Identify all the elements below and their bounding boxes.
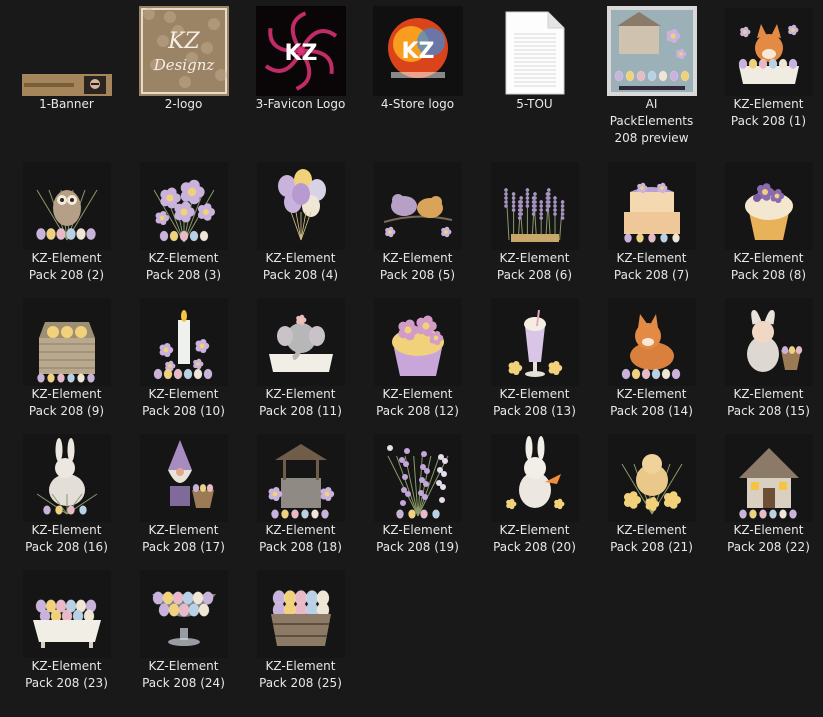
file-item[interactable]: KZ-Element Pack 208 (12): [359, 290, 476, 422]
file-thumbnail: [724, 432, 814, 522]
file-thumbnail: [256, 432, 346, 522]
file-thumbnail: [490, 432, 580, 522]
file-item[interactable]: KZ Designz 2-logo: [125, 0, 242, 132]
file-name: KZ-Element Pack 208 (2): [28, 251, 105, 282]
file-thumbnail: [606, 6, 697, 96]
file-name: KZ-Element Pack 208 (5): [379, 251, 456, 282]
file-name: 2-logo: [164, 97, 203, 111]
file-item[interactable]: KZ-Element Pack 208 (16): [8, 426, 125, 558]
file-item[interactable]: KZ-Element Pack 208 (9): [8, 290, 125, 422]
file-item[interactable]: KZ-Element Pack 208 (20): [476, 426, 593, 558]
file-item[interactable]: KZ-Element Pack 208 (23): [8, 562, 125, 694]
file-item[interactable]: KZ-Element Pack 208 (22): [710, 426, 823, 558]
file-name: KZ-Element Pack 208 (20): [493, 523, 576, 554]
file-item[interactable]: KZ-Element Pack 208 (15): [710, 290, 823, 422]
file-thumbnail: KZ: [372, 6, 463, 96]
file-thumbnail: [22, 568, 112, 658]
file-name: KZ-Element Pack 208 (16): [25, 523, 108, 554]
file-thumbnail: [607, 296, 697, 386]
file-item[interactable]: KZ-Element Pack 208 (11): [242, 290, 359, 422]
file-name: AI PackElements 208 preview: [609, 97, 694, 145]
file-name: KZ-Element Pack 208 (25): [259, 659, 342, 690]
file-thumbnail: [139, 296, 229, 386]
file-thumbnail: [373, 432, 463, 522]
file-name: KZ-Element Pack 208 (7): [613, 251, 690, 282]
file-name: KZ-Element Pack 208 (18): [259, 523, 342, 554]
file-thumbnail: KZ Designz: [138, 6, 229, 96]
file-item[interactable]: KZ-Element Pack 208 (13): [476, 290, 593, 422]
svg-text:KZ: KZ: [401, 39, 434, 64]
file-thumbnail: [22, 432, 112, 522]
file-item[interactable]: KZ-Element Pack 208 (1): [710, 0, 823, 132]
svg-text:Designz: Designz: [152, 56, 214, 74]
file-name: KZ-Element Pack 208 (24): [142, 659, 225, 690]
file-name: KZ-Element Pack 208 (10): [142, 387, 225, 418]
file-item[interactable]: KZ-Element Pack 208 (18): [242, 426, 359, 558]
file-name: 3-Favicon Logo: [255, 97, 346, 111]
file-thumbnail: [607, 160, 697, 250]
file-name: KZ-Element Pack 208 (17): [142, 523, 225, 554]
file-thumbnail: [607, 432, 697, 522]
file-name: KZ-Element Pack 208 (19): [376, 523, 459, 554]
file-thumbnail: [139, 432, 229, 522]
document-icon: [490, 6, 580, 96]
file-thumbnail: KZ: [255, 6, 346, 96]
file-item[interactable]: KZ-Element Pack 208 (10): [125, 290, 242, 422]
file-item[interactable]: KZ-Element Pack 208 (25): [242, 562, 359, 694]
file-item[interactable]: KZ-Element Pack 208 (24): [125, 562, 242, 694]
file-item[interactable]: KZ 3-Favicon Logo: [242, 0, 359, 132]
file-thumbnail: [490, 160, 580, 250]
file-thumbnail: [139, 568, 229, 658]
file-thumbnail: [139, 160, 229, 250]
file-name: KZ-Element Pack 208 (15): [727, 387, 810, 418]
svg-text:KZ: KZ: [284, 41, 317, 66]
file-item[interactable]: KZ-Element Pack 208 (2): [8, 154, 125, 286]
file-item[interactable]: 5-TOU: [476, 0, 593, 132]
file-name: 1-Banner: [39, 97, 94, 111]
file-name: KZ-Element Pack 208 (22): [727, 523, 810, 554]
file-name: KZ-Element Pack 208 (8): [730, 251, 807, 282]
svg-text:KZ: KZ: [167, 29, 200, 54]
file-thumbnail: [373, 296, 463, 386]
file-item[interactable]: KZ-Element Pack 208 (4): [242, 154, 359, 286]
file-thumbnail: [256, 160, 346, 250]
file-item[interactable]: KZ 4-Store logo: [359, 0, 476, 132]
file-thumbnail: [256, 296, 346, 386]
file-item[interactable]: KZ-Element Pack 208 (5): [359, 154, 476, 286]
file-name: KZ-Element Pack 208 (21): [610, 523, 693, 554]
file-thumbnail: [373, 160, 463, 250]
file-item[interactable]: KZ-Element Pack 208 (19): [359, 426, 476, 558]
file-name: KZ-Element Pack 208 (1): [730, 97, 807, 128]
file-thumbnail: [724, 6, 814, 96]
file-item[interactable]: KZ-Element Pack 208 (3): [125, 154, 242, 286]
file-name: KZ-Element Pack 208 (12): [376, 387, 459, 418]
file-name: KZ-Element Pack 208 (13): [493, 387, 576, 418]
file-thumbnail: [724, 160, 814, 250]
file-item[interactable]: KZ-Element Pack 208 (14): [593, 290, 710, 422]
file-name: KZ-Element Pack 208 (4): [262, 251, 339, 282]
file-name: KZ-Element Pack 208 (6): [496, 251, 573, 282]
file-thumbnail: [724, 296, 814, 386]
file-item[interactable]: AI PackElements 208 preview: [593, 0, 710, 145]
file-name: KZ-Element Pack 208 (23): [25, 659, 108, 690]
file-grid: 1-Banner KZ Designz 2-logo KZ 3-Favicon Logo K…: [0, 0, 823, 717]
file-name: 4-Store logo: [380, 97, 455, 111]
file-name: KZ-Element Pack 208 (9): [28, 387, 105, 418]
file-thumbnail: [256, 568, 346, 658]
file-thumbnail: [22, 296, 112, 386]
file-item[interactable]: KZ-Element Pack 208 (6): [476, 154, 593, 286]
file-name: KZ-Element Pack 208 (14): [610, 387, 693, 418]
file-thumbnail: [21, 6, 112, 96]
file-item[interactable]: KZ-Element Pack 208 (21): [593, 426, 710, 558]
file-thumbnail: [22, 160, 112, 250]
file-name: KZ-Element Pack 208 (3): [145, 251, 222, 282]
file-item[interactable]: KZ-Element Pack 208 (7): [593, 154, 710, 286]
file-item[interactable]: KZ-Element Pack 208 (8): [710, 154, 823, 286]
file-item[interactable]: KZ-Element Pack 208 (17): [125, 426, 242, 558]
file-thumbnail: [490, 296, 580, 386]
file-name: 5-TOU: [516, 97, 553, 111]
file-name: KZ-Element Pack 208 (11): [259, 387, 342, 418]
file-item[interactable]: 1-Banner: [8, 0, 125, 132]
